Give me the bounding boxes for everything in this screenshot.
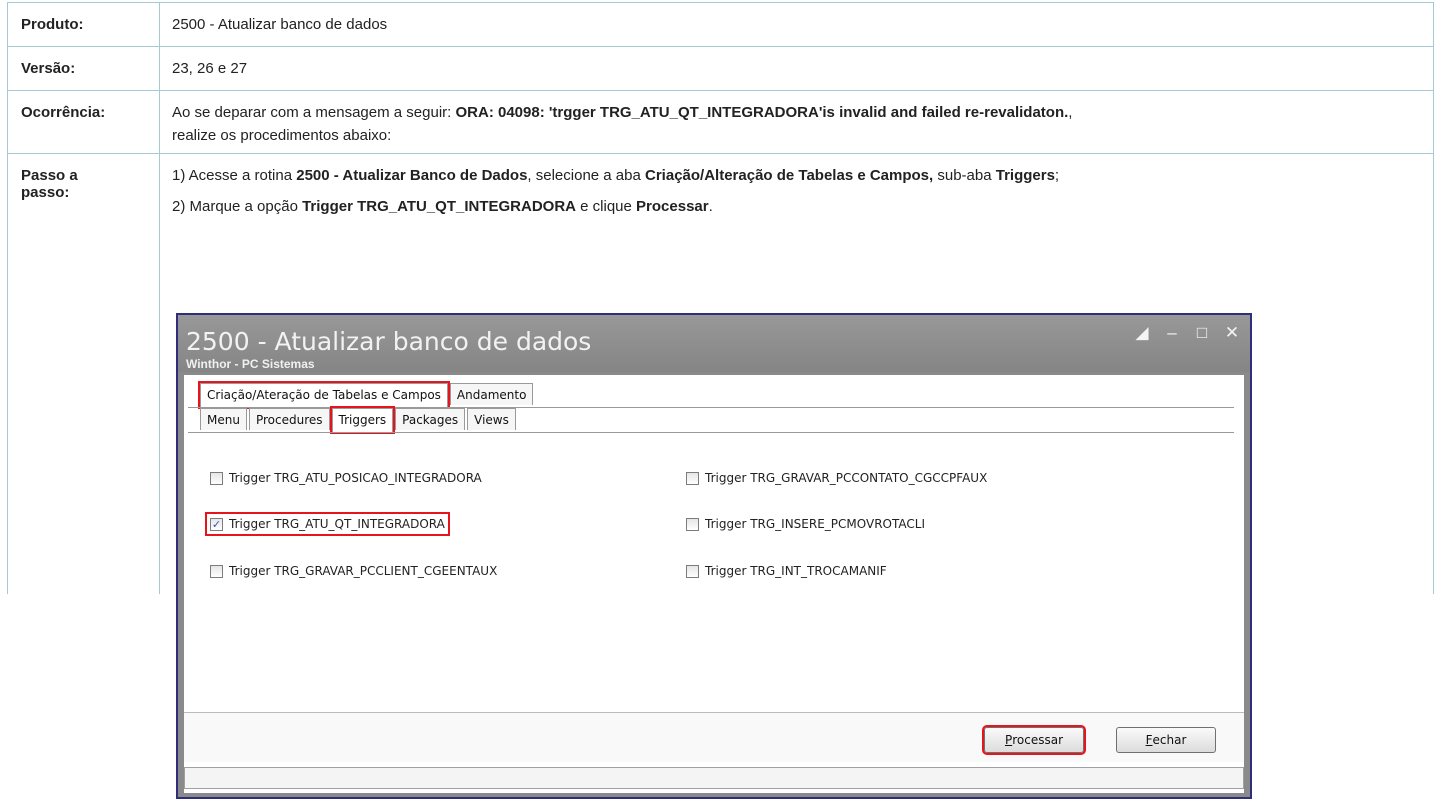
restore-icon[interactable]: ◢ [1134, 323, 1150, 343]
window-controls: ◢ – □ ✕ [1134, 323, 1240, 343]
ocorrencia-text-2: realize os procedimentos abaixo: [172, 127, 392, 144]
trigger-option[interactable]: Trigger TRG_GRAVAR_PCCONTATO_CGCCPFAUX [686, 471, 987, 485]
trigger-option-selected[interactable]: ✓ Trigger TRG_ATU_QT_INTEGRADORA [205, 512, 450, 536]
window-title: 2500 - Atualizar banco de dados [186, 327, 592, 356]
close-icon[interactable]: ✕ [1224, 323, 1240, 343]
trigger-option[interactable]: Trigger TRG_ATU_POSICAO_INTEGRADORA [210, 471, 482, 485]
tab-triggers[interactable]: Triggers [329, 406, 396, 434]
step1-text-2: , selecione a aba [527, 167, 646, 184]
trigger-label: Trigger TRG_GRAVAR_PCCLIENT_CGEENTAUX [229, 564, 498, 578]
tab-andamento[interactable]: Andamento [449, 383, 534, 405]
passo-label-line2: passo: [21, 184, 70, 201]
step2-text-3: . [708, 198, 713, 215]
button-bar: Processar Fechar [184, 712, 1244, 762]
step2-text: 2) Marque a opção [172, 198, 303, 215]
step2-button: Processar [636, 198, 709, 215]
ocorrencia-label: Ocorrência: [7, 90, 160, 154]
step1-subtab: Triggers [995, 167, 1055, 184]
passo-label: Passo a passo: [7, 153, 160, 594]
fechar-label: echar [1152, 733, 1187, 747]
trigger-label: Trigger TRG_GRAVAR_PCCONTATO_CGCCPFAUX [705, 471, 988, 485]
checkbox[interactable] [686, 517, 699, 531]
status-bar [184, 767, 1244, 789]
step1-text-3: sub-aba [933, 167, 996, 184]
error-message: ORA: 04098: 'trgger TRG_ATU_QT_INTEGRADO… [455, 104, 1069, 121]
produto-label: Produto: [7, 2, 160, 47]
tab-menu[interactable]: Menu [200, 408, 247, 430]
tab-procedures[interactable]: Procedures [248, 408, 330, 430]
app-window-screenshot: 2500 - Atualizar banco de dados Winthor … [176, 313, 1252, 799]
checkbox[interactable] [686, 471, 699, 485]
processar-accel: P [1004, 733, 1013, 747]
step2-text-2: e clique [576, 198, 637, 215]
tab-packages[interactable]: Packages [395, 408, 466, 430]
sub-tabs: Menu Procedures Triggers Packages Views [200, 406, 518, 434]
step2-trigger: Trigger TRG_ATU_QT_INTEGRADORA [302, 198, 576, 215]
step1-tab: Criação/Alteração de Tabelas e Campos, [645, 167, 934, 184]
trigger-option[interactable]: Trigger TRG_INT_TROCAMANIF [686, 564, 887, 578]
tab-criacao-alteracao[interactable]: Criação/Ateração de Tabelas e Campos [198, 381, 450, 409]
window-subtitle: Winthor - PC Sistemas [186, 357, 315, 371]
fechar-accel: F [1145, 733, 1153, 747]
window-titlebar: 2500 - Atualizar banco de dados Winthor … [178, 315, 1250, 372]
step1-text-4: ; [1054, 167, 1060, 184]
tab-views[interactable]: Views [467, 408, 516, 430]
trigger-label: Trigger TRG_INSERE_PCMOVROTACLI [705, 517, 925, 531]
ocorrencia-value: Ao se deparar com a mensagem a seguir: O… [159, 90, 1434, 154]
step-1: 1) Acesse a rotina 2500 - Atualizar Banc… [172, 167, 1421, 184]
produto-value: 2500 - Atualizar banco de dados [159, 2, 1434, 47]
processar-button[interactable]: Processar [982, 725, 1086, 755]
checkbox[interactable] [210, 471, 223, 485]
trigger-option[interactable]: Trigger TRG_INSERE_PCMOVROTACLI [686, 517, 925, 531]
fechar-button[interactable]: Fechar [1116, 727, 1216, 753]
step-2: 2) Marque a opção Trigger TRG_ATU_QT_INT… [172, 198, 1421, 215]
main-tabs: Criação/Ateração de Tabelas e Campos And… [198, 381, 535, 409]
versao-value: 23, 26 e 27 [159, 46, 1434, 91]
step1-routine: 2500 - Atualizar Banco de Dados [296, 167, 528, 184]
trigger-label: Trigger TRG_INT_TROCAMANIF [705, 564, 887, 578]
checkbox-checked[interactable]: ✓ [210, 517, 223, 531]
passo-label-line1: Passo a [21, 167, 78, 184]
trigger-label: Trigger TRG_ATU_QT_INTEGRADORA [229, 517, 445, 531]
trigger-label: Trigger TRG_ATU_POSICAO_INTEGRADORA [229, 471, 482, 485]
versao-label: Versão: [7, 46, 160, 91]
maximize-icon[interactable]: □ [1194, 323, 1210, 343]
triggers-panel: Trigger TRG_ATU_POSICAO_INTEGRADORA ✓ Tr… [198, 433, 1232, 703]
checkbox[interactable] [686, 564, 699, 578]
minimize-icon[interactable]: – [1164, 323, 1180, 343]
window-body: Criação/Ateração de Tabelas e Campos And… [184, 375, 1244, 793]
ocorrencia-text: Ao se deparar com a mensagem a seguir: [172, 104, 456, 121]
processar-label: rocessar [1012, 733, 1064, 747]
checkbox[interactable] [210, 564, 223, 578]
ocorrencia-comma: , [1068, 104, 1073, 121]
trigger-option[interactable]: Trigger TRG_GRAVAR_PCCLIENT_CGEENTAUX [210, 564, 497, 578]
step1-text: 1) Acesse a rotina [172, 167, 297, 184]
